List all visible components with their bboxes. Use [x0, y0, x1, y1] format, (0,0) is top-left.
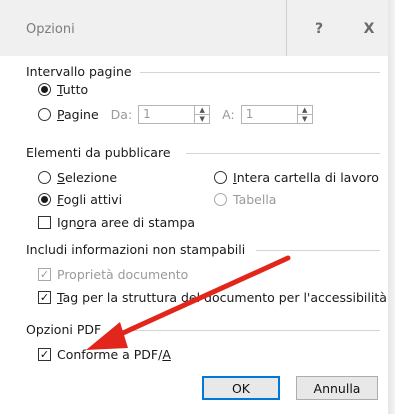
- radio-pages-label: Pagine: [57, 107, 99, 122]
- pdf-group-rule: [112, 330, 380, 331]
- title-bar: Opzioni ? X: [0, 0, 388, 56]
- checkbox-docprops-indicator[interactable]: ✓: [38, 268, 51, 281]
- radio-selection-indicator[interactable]: [38, 171, 51, 184]
- title-separator: [286, 0, 287, 56]
- radio-pages-indicator[interactable]: [38, 108, 51, 121]
- checkbox-pdfa-indicator[interactable]: ✓: [38, 348, 51, 361]
- checkbox-pdfa-compliant[interactable]: ✓ Conforme a PDF/A: [38, 347, 171, 362]
- radio-active-sheets-indicator[interactable]: [38, 193, 51, 206]
- close-button[interactable]: X: [346, 12, 392, 46]
- pdf-group-heading: Opzioni PDF: [26, 322, 102, 337]
- spin-down-icon[interactable]: ▼: [297, 114, 312, 123]
- nonprint-group-heading: Includi informazioni non stampabili: [26, 242, 246, 257]
- from-label: Da:: [110, 107, 133, 122]
- from-page-stepper[interactable]: 1 ▲ ▼: [138, 105, 211, 124]
- publish-group-rule: [186, 153, 380, 154]
- spin-up-icon[interactable]: ▲: [298, 106, 312, 114]
- checkbox-accessibility-tags[interactable]: ✓ Tag per la struttura del documento per…: [38, 290, 387, 305]
- radio-workbook-label: Intera cartella di lavoro: [233, 170, 379, 185]
- checkbox-document-properties[interactable]: ✓ Proprietà documento: [38, 267, 188, 282]
- range-group-heading: Intervallo pagine: [26, 64, 132, 79]
- checkbox-tags-indicator[interactable]: ✓: [38, 291, 51, 304]
- spin-down-icon[interactable]: ▼: [195, 114, 210, 123]
- dialog-title: Opzioni: [26, 22, 75, 37]
- help-icon: ?: [314, 21, 324, 37]
- spin-up-icon[interactable]: ▲: [195, 106, 209, 114]
- radio-table[interactable]: Tabella: [214, 192, 276, 207]
- radio-selection-label: Selezione: [57, 170, 118, 185]
- radio-all-indicator[interactable]: [38, 83, 51, 96]
- dialog-content: Intervallo pagine Tutto Pagine Da: 1 ▲ ▼ …: [0, 56, 388, 414]
- radio-workbook-indicator[interactable]: [214, 171, 227, 184]
- checkbox-docprops-label: Proprietà documento: [57, 267, 189, 282]
- ok-button[interactable]: OK: [202, 376, 280, 400]
- from-page-value[interactable]: 1: [139, 106, 194, 123]
- checkbox-ignore-label: Ignora aree di stampa: [57, 215, 196, 230]
- radio-selection[interactable]: Selezione: [38, 170, 117, 185]
- checkbox-tags-label: Tag per la struttura del documento per l…: [57, 290, 387, 305]
- help-button[interactable]: ?: [296, 12, 342, 46]
- to-page-value[interactable]: 1: [242, 106, 297, 123]
- range-group-rule: [140, 72, 380, 73]
- checkbox-pdfa-label: Conforme a PDF/A: [57, 347, 171, 362]
- close-icon: X: [363, 21, 375, 37]
- checkbox-ignore-print-areas[interactable]: Ignora aree di stampa: [38, 215, 195, 230]
- cancel-button[interactable]: Annulla: [296, 376, 378, 400]
- radio-entire-workbook[interactable]: Intera cartella di lavoro: [214, 170, 379, 185]
- window-shadow: [388, 0, 395, 414]
- radio-page-range[interactable]: Pagine Da: 1 ▲ ▼ A: 1 ▲ ▼: [38, 105, 325, 124]
- radio-table-indicator[interactable]: [214, 193, 227, 206]
- radio-all-pages[interactable]: Tutto: [38, 82, 88, 97]
- to-page-stepper[interactable]: 1 ▲ ▼: [240, 105, 313, 124]
- to-label: A:: [222, 107, 235, 122]
- checkbox-ignore-indicator[interactable]: [38, 216, 51, 229]
- nonprint-group-rule: [256, 250, 380, 251]
- radio-active-sheets-label: Fogli attivi: [57, 192, 123, 207]
- radio-active-sheets[interactable]: Fogli attivi: [38, 192, 122, 207]
- radio-all-label: Tutto: [57, 82, 89, 97]
- radio-table-label: Tabella: [233, 192, 277, 207]
- publish-group-heading: Elementi da pubblicare: [26, 145, 171, 160]
